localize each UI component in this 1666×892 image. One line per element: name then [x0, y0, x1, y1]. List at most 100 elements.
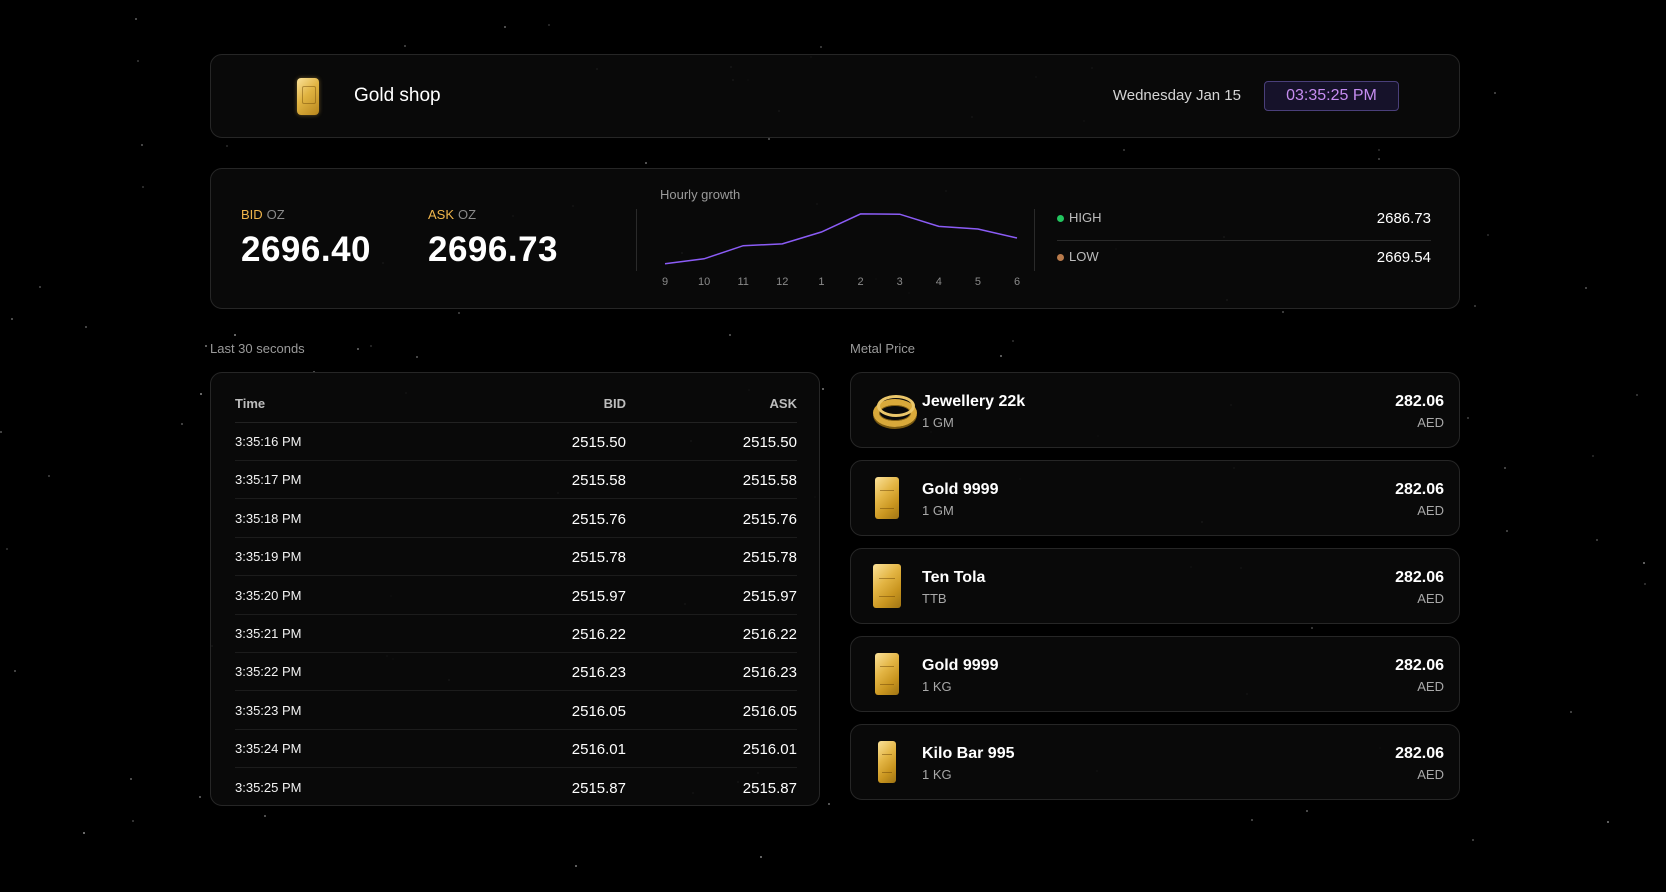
x-tick-label: 3	[897, 276, 903, 288]
metal-unit: 1 GM	[922, 415, 954, 430]
star	[11, 318, 13, 320]
star	[575, 865, 577, 867]
metal-unit: 1 KG	[922, 679, 952, 694]
cell-ask: 2515.50	[742, 434, 797, 451]
cell-time: 3:35:23 PM	[235, 702, 302, 718]
x-tick-label: 10	[698, 276, 710, 288]
hourly-growth-chart: 9 10 11 12 1 2 3 4 5 6	[662, 213, 1020, 288]
star	[1506, 530, 1508, 532]
cell-bid: 2515.76	[571, 510, 626, 528]
metal-currency: AED	[1417, 767, 1444, 782]
cell-time: 3:35:18 PM	[235, 510, 302, 526]
x-tick-label: 5	[975, 276, 981, 288]
recent-ticks-label: Last 30 seconds	[210, 341, 305, 356]
star	[1504, 467, 1506, 469]
star	[142, 186, 144, 188]
metal-name: Ten Tola	[922, 569, 986, 586]
cell-bid: 2515.87	[571, 779, 626, 797]
metal-name: Gold 9999	[922, 481, 999, 498]
bid-unit: OZ	[266, 207, 285, 222]
metal-currency: AED	[1417, 415, 1444, 430]
ask-tag: ASK	[428, 207, 455, 222]
star	[1487, 234, 1489, 236]
bid-price-value: 2696.40	[241, 230, 372, 269]
cell-ask: 2515.87	[742, 779, 797, 797]
star	[760, 856, 762, 858]
table-row: 3:35:16 PM 2515.50 2515.50	[235, 423, 797, 461]
clock-display: 03:35:25 PM	[1264, 81, 1399, 111]
cell-bid: 2515.58	[571, 472, 626, 490]
star	[48, 475, 50, 477]
star	[132, 820, 134, 822]
star	[14, 670, 16, 672]
cell-time: 3:35:19 PM	[235, 549, 302, 565]
metal-name: Jewellery 22k	[922, 393, 1026, 410]
star	[1378, 158, 1380, 160]
x-tick-label: 11	[737, 276, 748, 288]
cell-time: 3:35:20 PM	[235, 587, 302, 603]
star	[768, 138, 770, 140]
star	[39, 286, 41, 288]
cell-time: 3:35:25 PM	[235, 779, 302, 795]
star	[1251, 819, 1253, 821]
star	[234, 334, 236, 336]
star	[404, 45, 406, 47]
star	[729, 334, 731, 336]
metal-name: Gold 9999	[922, 657, 999, 674]
metal-price-card[interactable]: Gold 9999 1 KG 282.06 AED	[850, 636, 1460, 712]
table-row: 3:35:21 PM 2516.22 2516.22	[235, 615, 797, 653]
star	[226, 145, 228, 147]
cell-time: 3:35:22 PM	[235, 664, 302, 680]
star	[1000, 355, 1002, 357]
gold-bar-icon	[871, 737, 919, 787]
star	[141, 144, 143, 146]
star	[85, 326, 87, 328]
table-row: 3:35:24 PM 2516.01 2516.01	[235, 730, 797, 769]
table-header: Time BID ASK	[235, 385, 797, 423]
x-tick-label: 9	[662, 276, 668, 288]
metal-unit: 1 GM	[922, 503, 954, 518]
star	[416, 356, 418, 358]
metal-unit: TTB	[922, 591, 947, 606]
low-label: LOW	[1069, 249, 1099, 264]
star	[1467, 417, 1469, 419]
metal-price-card[interactable]: Ten Tola TTB 282.06 AED	[850, 548, 1460, 624]
cell-bid: 2515.50	[571, 434, 626, 451]
cell-bid: 2516.01	[571, 741, 626, 759]
cell-time: 3:35:16 PM	[235, 434, 302, 449]
star	[504, 26, 506, 28]
divider	[1034, 209, 1035, 271]
bid-price-block: BID OZ 2696.40	[241, 207, 371, 270]
star	[1643, 562, 1645, 564]
chart-title: Hourly growth	[660, 187, 741, 202]
metal-price-card[interactable]: Kilo Bar 995 1 KG 282.06 AED	[850, 724, 1460, 800]
star	[1474, 305, 1476, 307]
cell-bid: 2515.78	[571, 549, 626, 567]
cell-ask: 2516.01	[742, 741, 797, 759]
metal-price: 282.06	[1395, 745, 1444, 762]
star	[200, 393, 202, 395]
table-row: 3:35:19 PM 2515.78 2515.78	[235, 538, 797, 577]
metal-price: 282.06	[1395, 657, 1444, 674]
table-row: 3:35:23 PM 2516.05 2516.05	[235, 692, 797, 730]
star	[137, 60, 139, 62]
gold-bar-icon	[871, 473, 919, 523]
ask-price-value: 2696.73	[428, 230, 559, 269]
brand-title: Gold shop	[354, 85, 441, 106]
metal-price-card[interactable]: Jewellery 22k 1 GM 282.06 AED	[850, 372, 1460, 448]
star	[1570, 711, 1572, 713]
star	[1596, 539, 1598, 541]
cell-time: 3:35:21 PM	[235, 626, 302, 641]
star	[1607, 821, 1609, 823]
star	[1306, 810, 1308, 812]
cell-ask: 2515.76	[742, 510, 797, 528]
cell-time: 3:35:17 PM	[235, 472, 302, 488]
cell-ask: 2516.05	[742, 702, 797, 720]
col-header-time: Time	[235, 396, 266, 411]
table-row: 3:35:20 PM 2515.97 2515.97	[235, 577, 797, 615]
ask-unit: OZ	[458, 207, 477, 222]
metal-price-card[interactable]: Gold 9999 1 GM 282.06 AED	[850, 460, 1460, 536]
ask-price-block: ASK OZ 2696.73	[428, 207, 558, 270]
star	[1636, 394, 1638, 396]
star	[0, 431, 2, 433]
